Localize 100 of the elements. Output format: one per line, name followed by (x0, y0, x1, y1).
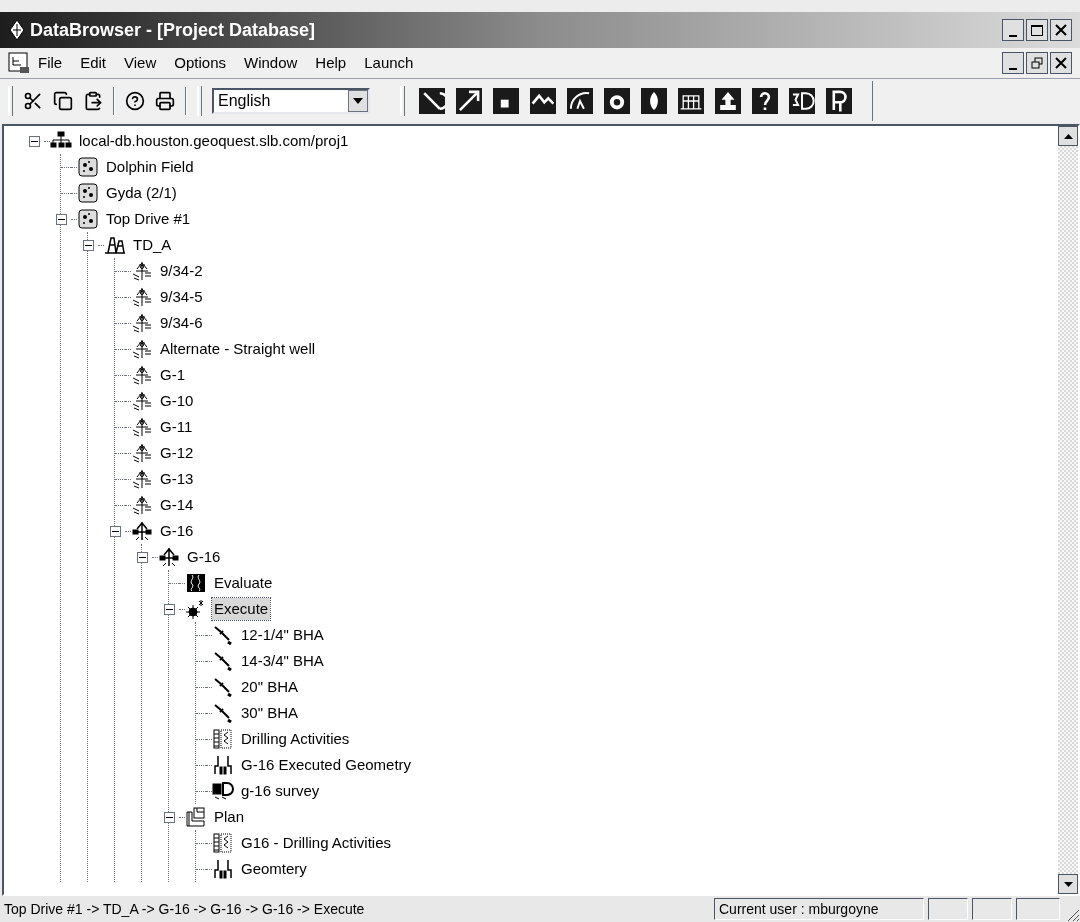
plan-icon (185, 807, 207, 827)
collapse-button[interactable] (136, 551, 148, 563)
tree-item[interactable]: G-1 (158, 363, 187, 387)
map-icon (77, 157, 99, 177)
help-icon[interactable] (752, 87, 778, 114)
tree-item[interactable]: G-16 Executed Geometry (239, 753, 414, 777)
status-panel (1016, 898, 1060, 920)
menu-item[interactable]: Edit (80, 51, 107, 75)
tree-item[interactable]: local-db.houston.geoquest.slb.com/proj1 (77, 129, 351, 153)
menu-item[interactable]: View (124, 51, 157, 75)
grid-icon[interactable] (678, 87, 704, 114)
tree-item[interactable]: G16 - Drilling Activities (239, 831, 394, 855)
tree-item[interactable]: TD_A (131, 233, 174, 257)
down-arrow-icon (1063, 881, 1073, 887)
tree-item[interactable]: G-14 (158, 493, 196, 517)
derrick-icon (131, 287, 153, 307)
toolbar-grip[interactable] (197, 85, 202, 116)
help-icon[interactable] (125, 90, 145, 111)
printer-icon[interactable] (155, 90, 175, 111)
minimize-button[interactable] (1002, 52, 1024, 74)
activity-chart-icon (212, 833, 234, 853)
square-icon[interactable] (493, 87, 519, 114)
drill-bit-icon (212, 703, 234, 723)
derrick-icon (131, 495, 153, 515)
menu-item[interactable]: Window (244, 51, 298, 75)
tree-item[interactable]: Evaluate (212, 571, 275, 595)
network-icon (50, 131, 72, 151)
chart-icon[interactable] (530, 87, 556, 114)
map-icon (77, 183, 99, 203)
casing-icon (212, 755, 234, 775)
close-icon (1055, 57, 1067, 69)
maximize-button[interactable] (1026, 19, 1048, 41)
derrick-icon (131, 365, 153, 385)
tree-item[interactable]: 14-3/4" BHA (239, 649, 326, 673)
collapse-button[interactable] (28, 135, 40, 147)
status-path: Top Drive #1 -> TD_A -> G-16 -> G-16 -> G-16 -> Execute (3, 899, 366, 919)
language-dropdown[interactable]: English (212, 87, 370, 114)
derrick-icon (158, 547, 180, 567)
tree-item[interactable]: Execute (212, 597, 271, 621)
tree-item[interactable]: G-10 (158, 389, 196, 413)
scroll-down-button[interactable] (1058, 874, 1078, 894)
status-panel (972, 898, 1012, 920)
window-title: DataBrowser - [Project Database] (30, 18, 316, 42)
app-logo-icon (8, 19, 26, 41)
tree-item[interactable]: 12-1/4" BHA (239, 623, 326, 647)
tree-item[interactable]: Geomtery (239, 857, 309, 881)
derrick-icon (131, 313, 153, 333)
scroll-up-button[interactable] (1058, 126, 1078, 146)
tree-item[interactable]: Alternate - Straight well (158, 337, 318, 361)
drill-bit-icon (212, 625, 234, 645)
close-button[interactable] (1050, 19, 1072, 41)
collapse-button[interactable] (55, 213, 67, 225)
tree-item[interactable]: G-13 (158, 467, 196, 491)
collapse-button[interactable] (163, 811, 175, 823)
tree-item[interactable]: Top Drive #1 (104, 207, 193, 231)
log-chart-icon (185, 573, 207, 593)
menu-item[interactable]: File (38, 51, 63, 75)
rig-icon (104, 235, 126, 255)
dropdown-arrow-icon (353, 97, 363, 104)
tree-item[interactable]: Dolphin Field (104, 155, 196, 179)
toolbar-grip[interactable] (8, 85, 13, 116)
tree-item[interactable]: 9/34-5 (158, 285, 205, 309)
tree-item[interactable]: 30" BHA (239, 701, 301, 725)
derrick-icon (131, 417, 153, 437)
derrick-icon (131, 339, 153, 359)
tree-item[interactable]: Plan (212, 805, 247, 829)
paste-icon[interactable] (83, 90, 103, 111)
tree-item[interactable]: G-11 (158, 415, 195, 439)
close-icon (1055, 24, 1067, 36)
copy-icon[interactable] (53, 90, 73, 111)
casing-icon (212, 859, 234, 879)
menu-item[interactable]: Launch (364, 51, 414, 75)
tree-item[interactable]: Drilling Activities (239, 727, 352, 751)
curve-icon[interactable] (567, 87, 593, 114)
tree-item[interactable]: Gyda (2/1) (104, 181, 179, 205)
ring-icon[interactable] (604, 87, 630, 114)
toolbar-grip[interactable] (400, 85, 405, 116)
tree-item[interactable]: 20" BHA (239, 675, 301, 699)
menu-item[interactable]: Options (174, 51, 226, 75)
derrick-icon (131, 261, 153, 281)
tree-item[interactable]: 9/34-6 (158, 311, 205, 335)
status-user: Current user : mburgoyne (714, 898, 924, 920)
cut-icon[interactable] (23, 90, 43, 111)
menu-item[interactable]: Help (315, 51, 347, 75)
minimize-button[interactable] (1002, 19, 1024, 41)
tree-item[interactable]: g-16 survey (239, 779, 322, 803)
collapse-button[interactable] (82, 239, 94, 251)
tree-item[interactable]: G-12 (158, 441, 196, 465)
collapse-button[interactable] (163, 603, 175, 615)
tree-item[interactable]: 9/34-2 (158, 259, 205, 283)
close-button[interactable] (1050, 52, 1072, 74)
tree-item[interactable]: G-16 (185, 545, 223, 569)
document-icon (8, 52, 30, 74)
activity-chart-icon (212, 729, 234, 749)
arrow-icon[interactable] (456, 87, 482, 114)
tree-item[interactable]: G-16 (158, 519, 196, 543)
derrick-icon (131, 469, 153, 489)
restore-button[interactable] (1026, 52, 1048, 74)
collapse-button[interactable] (109, 525, 121, 537)
drill-bit-icon (212, 651, 234, 671)
